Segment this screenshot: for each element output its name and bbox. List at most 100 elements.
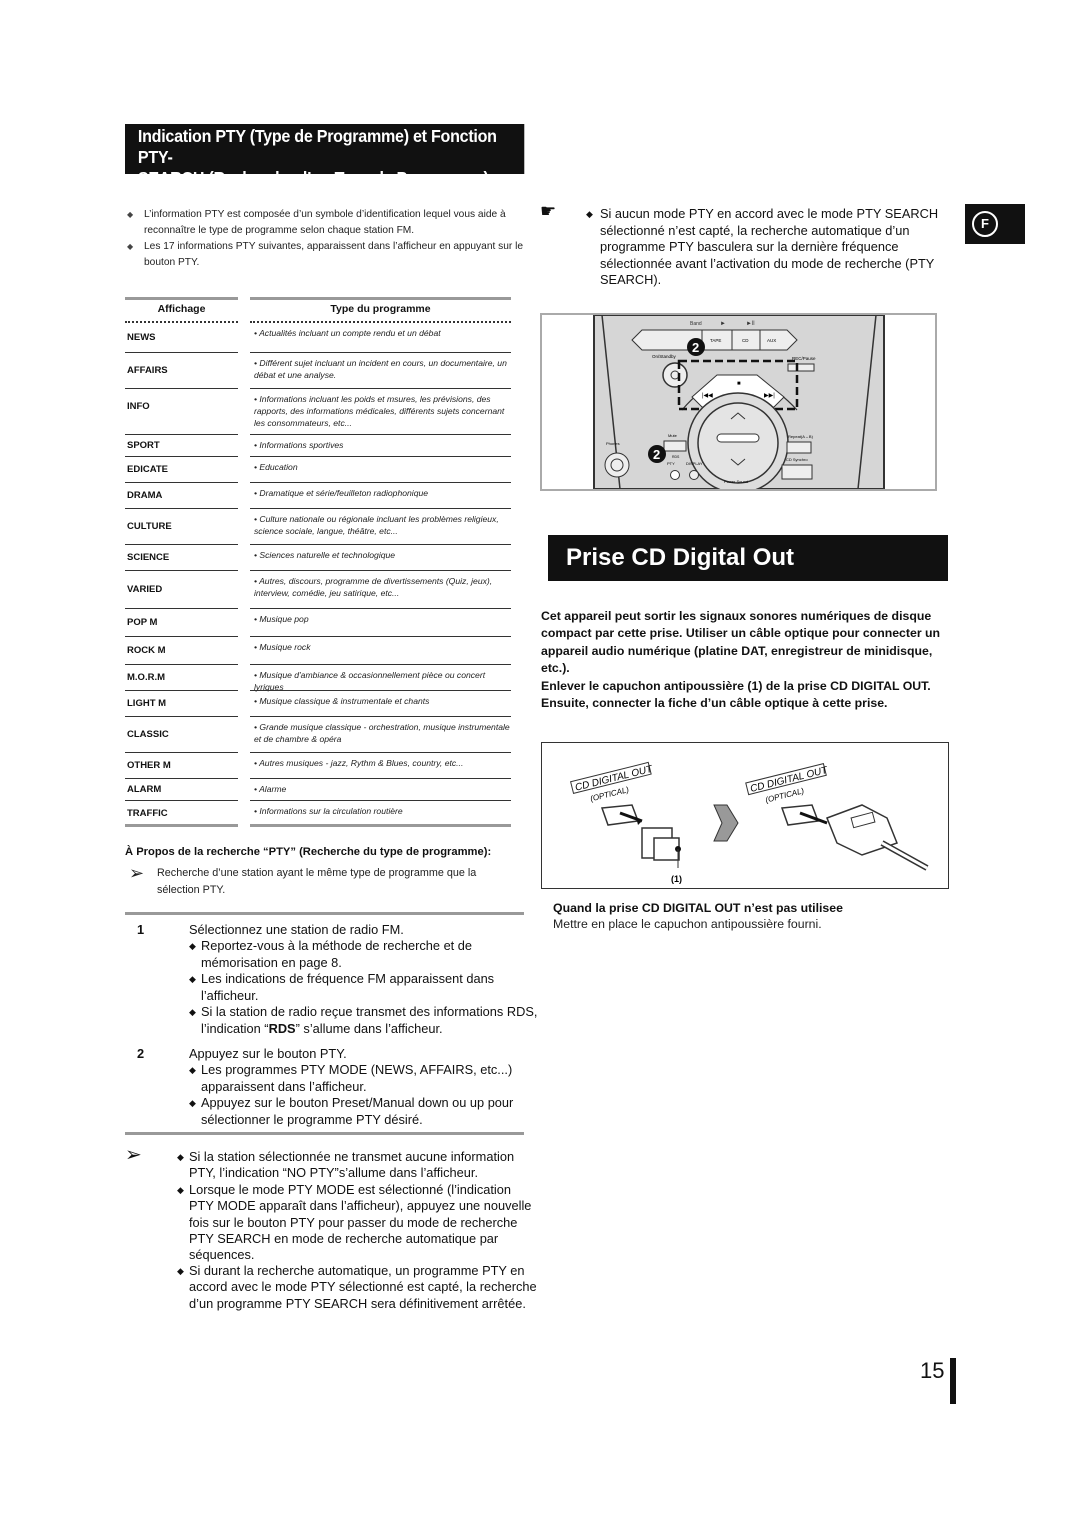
table-row: EDICATE • Education: [125, 457, 511, 483]
label-on-standby: On/Standby: [652, 354, 677, 359]
pty-description: • Sciences naturelle et technologique: [254, 550, 396, 560]
header-affichage: Affichage: [157, 303, 206, 315]
note-item: ◆ Si durant la recherche automatique, un …: [177, 1263, 537, 1311]
table-row: VARIED • Autres, discours, programme de d…: [125, 571, 511, 609]
pty-description: • Informations sur la circulation routiè…: [254, 806, 403, 816]
device-illustration: Band ► ►ll TAPE CD AUX On/Standby REC/Pa…: [540, 313, 937, 494]
pty-description: • Autres musiques - jazz, Rythm & Blues,…: [254, 758, 464, 768]
pointing-hand-icon: ☛: [540, 201, 557, 221]
step-2: 2 Appuyez sur le bouton PTY. ◆ Les progra…: [137, 1046, 537, 1127]
label-display: DISPLAY: [686, 461, 703, 466]
callout-1: (1): [671, 874, 682, 884]
label-cd: CD: [742, 338, 749, 343]
pty-code: CULTURE: [127, 521, 172, 532]
pty-description: • Dramatique et série/feuilleton radioph…: [254, 488, 429, 498]
arrow-icon: ➢: [125, 1144, 142, 1166]
pty-description: • Alarme: [254, 784, 287, 794]
pty-description: • Musique classique & instrumentale et c…: [254, 696, 430, 706]
step-number: 2: [137, 1046, 145, 1061]
section-title-cd-digital-out: Prise CD Digital Out: [548, 535, 948, 581]
table-row: SPORT • Informations sportives: [125, 435, 511, 457]
propos-note: ➢ Recherche d’une station ayant le même …: [129, 863, 477, 896]
table-row: NEWS • Actualités incluant un compte rend…: [125, 323, 511, 353]
propos-heading: À Propos de la recherche “PTY” (Recherch…: [125, 846, 492, 858]
label-power-sound: Power Sound: [724, 479, 748, 484]
optical-illustration: CD DIGITAL OUT (OPTICAL) (1) CD DIGITAL …: [541, 742, 949, 889]
pty-description: • Actualités incluant un compte rendu et…: [254, 328, 441, 338]
table-row: DRAMA • Dramatique et série/feuilleton ra…: [125, 483, 511, 509]
divider: [125, 1132, 524, 1135]
note-item: ◆ Lorsque le mode PTY MODE est sélectionn…: [177, 1182, 532, 1263]
pty-description: • Musique pop: [254, 614, 309, 624]
pty-code: EDICATE: [127, 464, 168, 475]
table-row: TRAFFIC • Informations sur la circulation…: [125, 801, 511, 827]
header-type: Type du programme: [330, 303, 431, 315]
pty-code: POP M: [127, 617, 158, 628]
pty-code: TRAFFIC: [127, 808, 168, 819]
label-mute: Mute: [668, 433, 678, 438]
table-row: INFO • Informations incluant les poids et…: [125, 389, 511, 435]
pty-description: • Musique rock: [254, 642, 311, 652]
pty-code: LIGHT M: [127, 698, 167, 709]
table-row: POP M • Musique pop: [125, 609, 511, 637]
cd-when-heading: Quand la prise CD DIGITAL OUT n’est pas …: [553, 901, 843, 915]
pty-code: AFFAIRS: [127, 365, 168, 376]
table-row: CULTURE • Culture nationale ou régionale …: [125, 509, 511, 545]
svg-text:►: ►: [720, 321, 726, 327]
intro-bullet: Les 17 informations PTY suivantes, appar…: [127, 239, 527, 271]
pty-description: • Différent sujet incluant un incident e…: [254, 358, 507, 380]
step-sub: ◆ Appuyez sur le bouton Preset/Manual dow…: [189, 1095, 514, 1127]
svg-text:2: 2: [653, 447, 660, 462]
table-row: LIGHT M • Musique classique & instrumenta…: [125, 691, 511, 717]
page-number: 15: [920, 1358, 945, 1383]
step-1: 1 Sélectionnez une station de radio FM. …: [137, 922, 537, 1036]
pty-code: ALARM: [127, 784, 162, 795]
label-pty: PTY: [667, 461, 675, 466]
table-row: CLASSIC • Grande musique classique - orch…: [125, 717, 511, 753]
pty-description: • Autres, discours, programme de diverti…: [254, 576, 493, 598]
pty-description: • Informations sportives: [254, 440, 344, 450]
pty-description: • Education: [254, 462, 298, 472]
svg-text:2: 2: [692, 340, 699, 355]
step-sub: ◆ Les programmes PTY MODE (NEWS, AFFAIRS,…: [189, 1062, 513, 1094]
step-number: 1: [137, 922, 145, 937]
arrow-icon: ➢: [129, 863, 145, 883]
label-rds: RDS: [672, 455, 680, 459]
label-tape: TAPE: [710, 338, 721, 343]
pty-table: Affichage Type du programme NEWS • Actual…: [125, 297, 511, 827]
step-sub: ◆ Les indications de fréquence FM apparai…: [189, 971, 495, 1003]
step-main: Sélectionnez une station de radio FM.: [189, 922, 404, 937]
table-row: ROCK M • Musique rock: [125, 637, 511, 665]
pty-code: ROCK M: [127, 645, 166, 656]
svg-text:|◀◀: |◀◀: [702, 393, 713, 399]
table-row: ALARM • Alarme: [125, 779, 511, 801]
language-badge: F: [965, 204, 1025, 244]
front-panel-drawing: Band ► ►ll TAPE CD AUX On/Standby REC/Pa…: [593, 314, 885, 494]
section-title-line2: SEARCH (Recherche d’un Type de Programme…: [137, 168, 489, 188]
intro-bullet: L’information PTY est composée d’un symb…: [127, 207, 527, 239]
section-title-line1: Indication PTY (Type de Programme) et Fo…: [137, 126, 497, 167]
pty-description: • Culture nationale ou régionale incluan…: [254, 514, 499, 536]
label-cd-synchro: CD Synchro: [786, 457, 808, 462]
step-sub: ◆ Reportez-vous à la méthode de recherche…: [189, 938, 473, 970]
optical-connector-drawing: CD DIGITAL OUT (OPTICAL) (1) CD DIGITAL …: [570, 761, 929, 884]
svg-text:►ll: ►ll: [746, 321, 755, 327]
label-band: Band: [690, 321, 702, 327]
page-marker-bar: [950, 1358, 956, 1404]
pty-code: INFO: [127, 401, 150, 412]
cd-body-text: Cet appareil peut sortir les signaux son…: [541, 609, 941, 711]
table-row: AFFAIRS • Différent sujet incluant un inc…: [125, 353, 511, 389]
intro-list: L’information PTY est composée d’un symb…: [127, 207, 527, 271]
table-row: OTHER M • Autres musiques - jazz, Rythm &…: [125, 753, 511, 779]
table-row: M.O.R.M • Musique d'ambiance & occasionne…: [125, 665, 511, 692]
label-aux: AUX: [767, 338, 776, 343]
cd-when-text: Mettre en place le capuchon antipoussièr…: [553, 917, 822, 931]
pty-code: NEWS: [127, 332, 156, 343]
svg-text:■: ■: [737, 381, 741, 387]
pty-code: M.O.R.M: [127, 672, 165, 683]
svg-text:▶▶|: ▶▶|: [764, 393, 775, 399]
pty-code: SCIENCE: [127, 552, 170, 563]
note-item: ◆ Si la station sélectionnée ne transmet …: [177, 1149, 515, 1181]
label-repeat: Repeat(A↔B): [788, 434, 814, 439]
table-row: SCIENCE • Sciences naturelle et technolog…: [125, 545, 511, 571]
